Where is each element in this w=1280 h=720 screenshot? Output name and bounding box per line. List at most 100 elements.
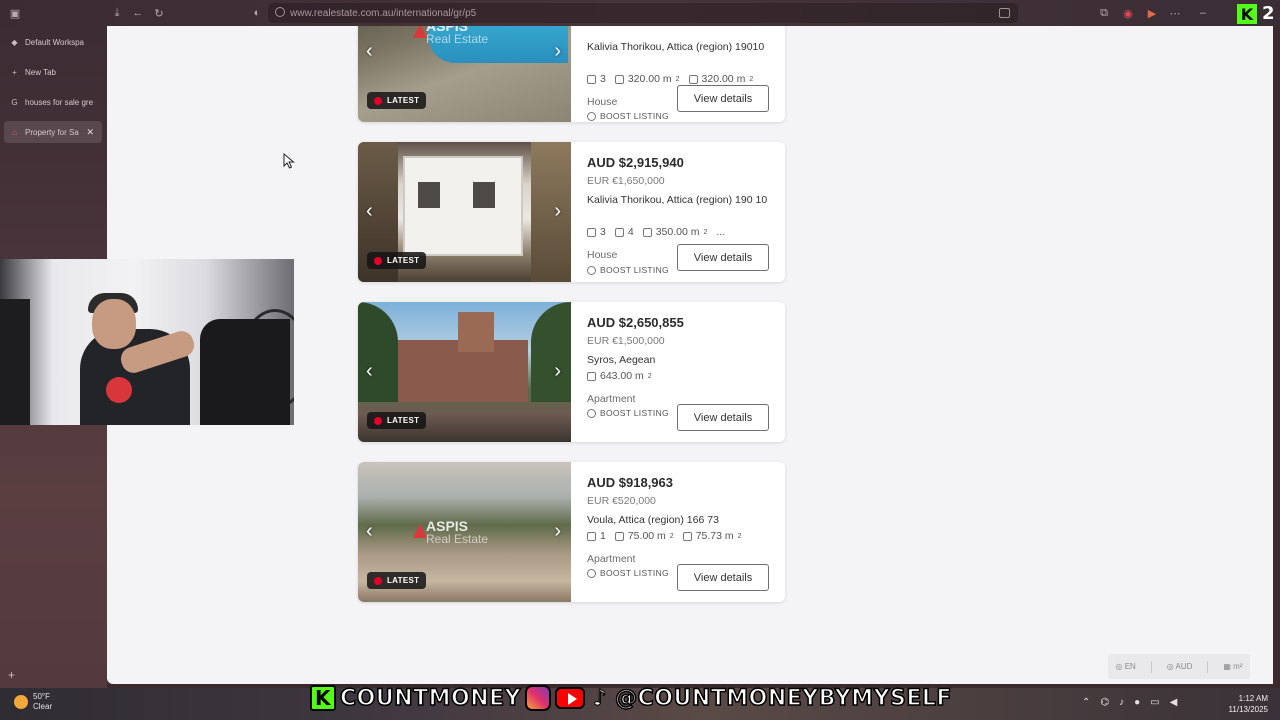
- currency-selector[interactable]: ◎ AUD: [1167, 662, 1193, 671]
- land-area-icon: 320.00 m2: [614, 73, 680, 85]
- clock[interactable]: 1:12 AM 11/13/2025: [1224, 693, 1268, 715]
- speaker-icon: ◀: [1169, 697, 1178, 708]
- bath-icon: 4: [614, 226, 634, 238]
- listing-photo[interactable]: ASPIS Real Estate ‹ › LATEST: [358, 26, 571, 122]
- site-settings-icon[interactable]: ◐: [250, 6, 264, 20]
- address-bar[interactable]: www.realestate.com.au/international/gr/p…: [268, 3, 1018, 23]
- bed-icon: 3: [587, 73, 606, 85]
- view-details-button[interactable]: View details: [677, 244, 769, 271]
- listing-card[interactable]: ASPIS Real Estate ‹ › LATEST AUD $918,963…: [358, 462, 785, 602]
- view-details-button[interactable]: View details: [677, 85, 769, 112]
- minimize-icon[interactable]: –: [1196, 6, 1210, 20]
- listing-photo[interactable]: ‹ › LATEST: [358, 142, 571, 282]
- prev-photo-icon[interactable]: ‹: [366, 360, 373, 383]
- next-photo-icon[interactable]: ›: [554, 360, 561, 383]
- agency-watermark: ASPIS Real Estate: [413, 519, 488, 546]
- realestate-icon: ⌂: [12, 127, 17, 137]
- tab-label: houses for sale gre: [25, 97, 94, 107]
- latest-badge: LATEST: [367, 252, 427, 269]
- property-type: Apartment: [587, 393, 636, 405]
- add-icon[interactable]: +: [8, 668, 15, 682]
- listing-price-eur: EUR €1,650,000: [587, 175, 665, 187]
- weather-widget[interactable]: 50°F Clear: [14, 692, 52, 712]
- latest-badge: LATEST: [367, 572, 427, 589]
- locale-settings-bar[interactable]: ◎ EN ◎ AUD ▦ m²: [1108, 654, 1250, 679]
- land-area-icon: 643.00 m2: [587, 370, 652, 382]
- prev-photo-icon[interactable]: ‹: [366, 40, 373, 63]
- listing-card[interactable]: ‹ › LATEST AUD $2,915,940 EUR €1,650,000…: [358, 142, 785, 282]
- boost-icon: [587, 265, 596, 275]
- language-selector[interactable]: ◎ EN: [1115, 662, 1135, 671]
- tab-property-for-sale[interactable]: ⌂ Property for Sa ✕: [4, 121, 102, 143]
- weather-icon: [14, 695, 28, 709]
- volume-icon: ♪: [1119, 697, 1125, 708]
- prev-photo-icon[interactable]: ‹: [366, 520, 373, 543]
- next-photo-icon[interactable]: ›: [554, 200, 561, 223]
- mic-icon: ●: [1134, 697, 1141, 708]
- property-type: House: [587, 96, 618, 108]
- listing-price-aud: AUD $918,963: [587, 475, 673, 490]
- boost-icon: [587, 111, 596, 121]
- floor-area-icon: 320.00 m2: [688, 73, 753, 85]
- instagram-icon: [525, 685, 552, 711]
- boost-listing[interactable]: BOOST LISTING: [587, 568, 669, 578]
- more-icon: ...: [716, 226, 726, 238]
- property-type: Apartment: [587, 553, 636, 565]
- land-area-icon: 350.00 m2: [642, 226, 707, 238]
- extension-orange-icon[interactable]: ▶: [1145, 6, 1159, 20]
- network-icon: ⌬: [1100, 697, 1110, 708]
- download-icon[interactable]: ⤓: [110, 6, 124, 20]
- workspace-selector[interactable]: ◆ Default Workspa: [4, 31, 102, 53]
- listing-card[interactable]: ASPIS Real Estate ‹ › LATEST Kalivia Thor…: [358, 26, 785, 122]
- youtube-icon: [555, 687, 586, 709]
- sidebar-toggle-icon[interactable]: ▣: [8, 6, 22, 20]
- chevron-up-icon: ⌃: [1082, 697, 1091, 708]
- extensions-icon[interactable]: ⧉: [1097, 6, 1111, 20]
- workspace-icon: ◆: [11, 37, 18, 47]
- listing-photo[interactable]: ‹ › LATEST: [358, 302, 571, 442]
- boost-listing[interactable]: BOOST LISTING: [587, 265, 669, 275]
- listing-features: 643.00 m2: [587, 370, 652, 382]
- listing-photo[interactable]: ASPIS Real Estate ‹ › LATEST: [358, 462, 571, 602]
- bed-icon: 3: [587, 226, 606, 238]
- boost-listing[interactable]: BOOST LISTING: [587, 111, 669, 121]
- back-icon[interactable]: ←: [131, 6, 145, 20]
- listing-address: Syros, Aegean: [587, 354, 656, 366]
- view-details-button[interactable]: View details: [677, 564, 769, 591]
- new-tab-button[interactable]: + New Tab: [4, 61, 102, 83]
- listing-price-aud: AUD $2,650,855: [587, 315, 684, 330]
- tab-label: Property for Sa: [25, 127, 79, 137]
- url-text: www.realestate.com.au/international/gr/p…: [290, 7, 477, 19]
- property-type: House: [587, 249, 618, 261]
- prev-photo-icon[interactable]: ‹: [366, 200, 373, 223]
- listing-features: 3 320.00 m2 320.00 m2: [587, 73, 753, 85]
- boost-icon: [587, 408, 596, 418]
- next-photo-icon[interactable]: ›: [554, 520, 561, 543]
- listing-address: Kalivia Thorikou, Attica (region) 19010: [587, 41, 765, 53]
- temperature: 50°F: [33, 692, 50, 701]
- boost-listing[interactable]: BOOST LISTING: [587, 408, 669, 418]
- close-tab-icon[interactable]: ✕: [86, 127, 94, 138]
- listing-address: Voula, Attica (region) 166 73: [587, 514, 719, 526]
- listing-price-aud: AUD $2,915,940: [587, 155, 684, 170]
- kick-logo: K: [1237, 4, 1257, 24]
- latest-badge: LATEST: [367, 412, 427, 429]
- unit-selector[interactable]: ▦ m²: [1223, 662, 1242, 671]
- reader-mode-icon[interactable]: [999, 8, 1010, 18]
- extension-red-icon[interactable]: ◉: [1121, 6, 1135, 20]
- view-details-button[interactable]: View details: [677, 404, 769, 431]
- next-photo-icon[interactable]: ›: [554, 40, 561, 63]
- webcam-overlay: [0, 259, 294, 425]
- tab-houses-search[interactable]: G houses for sale gre: [4, 91, 102, 113]
- menu-dots-icon[interactable]: ⋯: [1168, 6, 1182, 20]
- listing-card[interactable]: ‹ › LATEST AUD $2,650,855 EUR €1,500,000…: [358, 302, 785, 442]
- browser-toolbar: ▣ ⤓ ← ↻ ◐ www.realestate.com.au/internat…: [0, 0, 1280, 26]
- connection-icon: [275, 7, 285, 17]
- system-tray[interactable]: ⌃ ⌬ ♪ ● ▭ ◀: [1082, 697, 1177, 708]
- reload-icon[interactable]: ↻: [152, 6, 166, 20]
- kick-number: 2: [1262, 3, 1275, 24]
- tiktok-icon: ♪: [592, 685, 608, 711]
- battery-icon: ▭: [1150, 697, 1160, 708]
- banner-right-text: @COUNTMONEYBYMYSELF: [614, 685, 952, 712]
- weather-condition: Clear: [33, 702, 53, 711]
